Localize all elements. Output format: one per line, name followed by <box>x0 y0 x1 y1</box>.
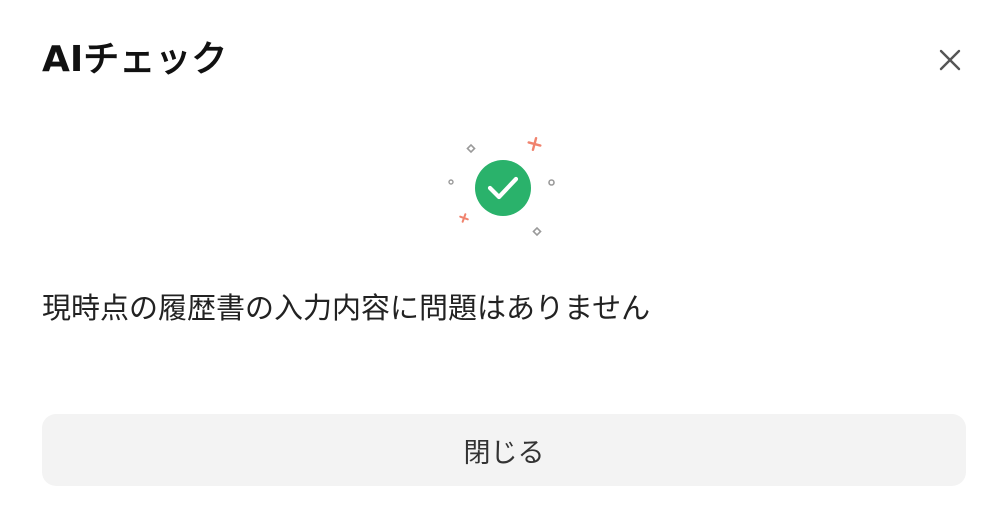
close-button[interactable] <box>928 38 972 82</box>
sparkle-icon <box>548 179 555 186</box>
dialog-title: AIチェック <box>42 39 228 80</box>
close-dialog-button[interactable]: 閉じる <box>42 414 966 486</box>
result-message: 現時点の履歴書の入力内容に問題はありません <box>42 291 651 325</box>
check-circle-icon <box>475 160 531 216</box>
sparkle-icon <box>466 143 476 154</box>
close-icon <box>939 49 961 71</box>
sparkle-icon <box>527 137 542 151</box>
ai-check-dialog: AIチェック 現時点の履歴書の入力内容に問題はありません 閉じる <box>0 0 1008 524</box>
sparkle-icon <box>459 213 469 223</box>
sparkle-icon <box>532 226 542 237</box>
sparkle-icon <box>448 179 454 185</box>
success-illustration <box>448 137 555 237</box>
